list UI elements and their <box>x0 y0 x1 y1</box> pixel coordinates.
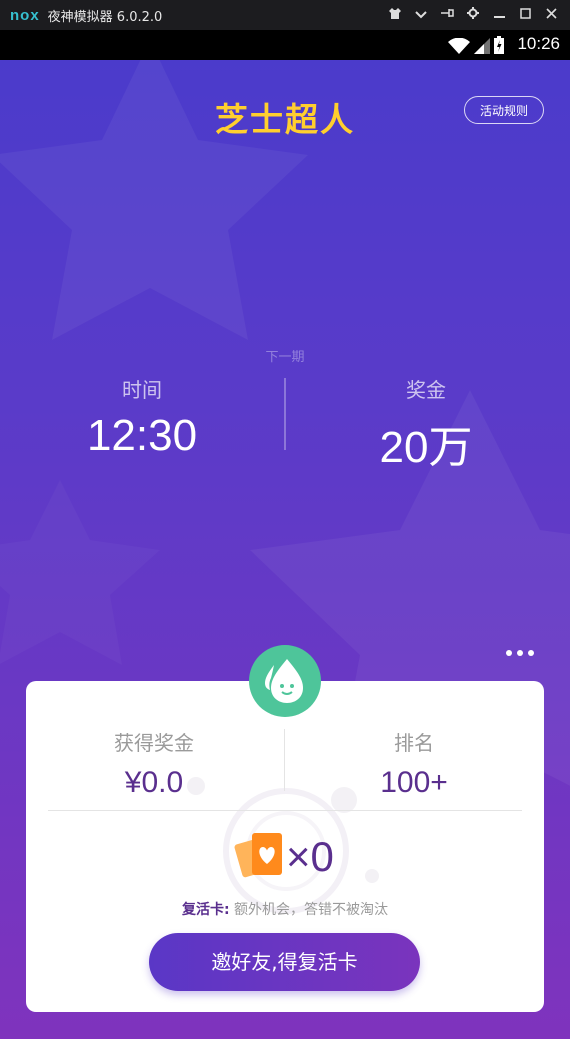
more-dot <box>506 650 512 656</box>
wifi-icon <box>448 37 470 58</box>
rank-value: 100+ <box>380 766 448 799</box>
more-dot <box>517 650 523 656</box>
rank-label: 排名 <box>394 731 434 755</box>
more-dot <box>528 650 534 656</box>
close-icon[interactable] <box>538 7 564 23</box>
status-icons <box>448 36 504 58</box>
nox-logo: nox <box>10 6 40 24</box>
prize-label: 奖金 <box>406 378 446 402</box>
revive-card-title: 复活卡: <box>181 902 230 918</box>
earned-value: ¥0.0 <box>124 766 184 799</box>
time-value: 12:30 <box>86 411 198 460</box>
invite-friends-button[interactable]: 邀好友,得复活卡 <box>149 933 420 991</box>
signal-icon <box>474 38 490 58</box>
android-status-bar: 10:26 <box>0 30 570 60</box>
shirt-icon[interactable] <box>382 7 408 23</box>
window-controls <box>382 0 564 30</box>
next-prize-stat: 奖金 20万 <box>326 374 526 475</box>
revive-card-icon <box>234 833 282 878</box>
minimize-icon[interactable] <box>486 8 512 23</box>
maximize-icon[interactable] <box>512 7 538 23</box>
revive-card-text: 额外机会，答错不被淘汰 <box>229 902 389 918</box>
earned-prize-stat: 获得奖金 ¥0.0 <box>34 727 274 800</box>
user-stats-card: 获得奖金 ¥0.0 排名 100+ ×0 复活卡: 额外机会，答错不被淘汰 邀好… <box>26 681 544 1012</box>
mascot-avatar <box>249 645 321 717</box>
time-label: 时间 <box>122 378 162 402</box>
emulator-title: 夜神模拟器 6.0.2.0 <box>47 9 163 25</box>
revive-card-description: 复活卡: 额外机会，答错不被淘汰 <box>26 899 544 919</box>
pin-icon[interactable] <box>434 7 460 23</box>
emulator-title-bar: nox 夜神模拟器 6.0.2.0 <box>0 0 570 30</box>
earned-label: 获得奖金 <box>114 731 194 755</box>
next-time-stat: 时间 12:30 <box>42 374 242 461</box>
gear-icon[interactable] <box>460 7 486 23</box>
stat-divider <box>284 378 286 450</box>
card-horizontal-divider <box>48 810 522 811</box>
water-drop-mascot-icon <box>265 659 303 703</box>
card-stat-divider <box>284 729 285 791</box>
prize-value: 20万 <box>379 423 473 472</box>
next-round-label: 下一期 <box>265 350 305 365</box>
chevron-down-icon[interactable] <box>408 8 434 23</box>
activity-rules-button[interactable]: 活动规则 <box>464 96 544 124</box>
battery-icon <box>494 36 504 58</box>
rank-stat: 排名 100+ <box>294 727 534 800</box>
more-options-button[interactable] <box>506 650 534 656</box>
status-time: 10:26 <box>517 34 560 53</box>
revive-card-count: ×0 <box>286 833 334 880</box>
app-screen: 芝士超人 活动规则 下一期 时间 12:30 奖金 20万 获得奖金 ¥0.0 … <box>0 60 570 1039</box>
